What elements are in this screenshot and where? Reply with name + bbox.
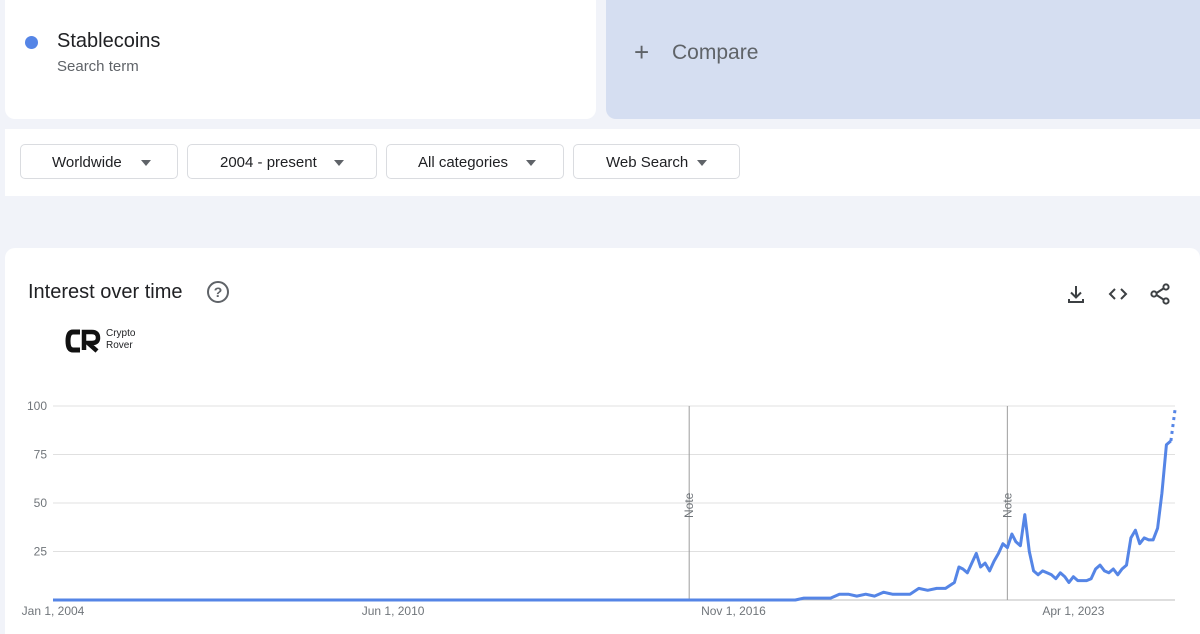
- compare-button[interactable]: + Compare: [606, 0, 1200, 119]
- location-filter-label: Worldwide: [52, 154, 122, 171]
- dropdown-arrow-icon: [526, 160, 536, 166]
- y-tick-label: 25: [34, 545, 48, 559]
- x-tick-label: Jan 1, 2004: [22, 604, 85, 618]
- y-tick-label: 50: [34, 496, 48, 510]
- y-tick-label: 100: [27, 399, 47, 413]
- time-range-filter[interactable]: 2004 - present: [187, 144, 377, 179]
- x-tick-label: Apr 1, 2023: [1042, 604, 1104, 618]
- series-line: [53, 439, 1172, 602]
- compare-label: Compare: [672, 41, 759, 64]
- search-term-subtitle: Search term: [57, 58, 139, 75]
- series-color-dot: [25, 36, 38, 49]
- search-type-filter-label: Web Search: [606, 154, 689, 171]
- series-partial-line: [1169, 409, 1177, 442]
- y-tick-label: 75: [34, 448, 48, 462]
- note-label: Note: [682, 492, 696, 518]
- filter-bar: Worldwide 2004 - present All categories …: [5, 129, 1200, 196]
- search-term-card[interactable]: Stablecoins Search term: [5, 0, 596, 119]
- dropdown-arrow-icon: [141, 160, 151, 166]
- search-term-name: Stablecoins: [57, 30, 161, 52]
- dropdown-arrow-icon: [697, 160, 707, 166]
- interest-over-time-card: Interest over time ? Crypto Rover 25 50 75…: [5, 248, 1200, 634]
- dropdown-arrow-icon: [334, 160, 344, 166]
- time-range-filter-label: 2004 - present: [220, 154, 317, 171]
- note-label: Note: [1000, 492, 1014, 518]
- interest-line-chart: 25 50 75 100 Jan 1, 2004 Jun 1, 2010 Nov 1, 20…: [22, 399, 1177, 618]
- category-filter[interactable]: All categories: [386, 144, 564, 179]
- plus-icon: +: [634, 37, 650, 67]
- x-tick-label: Jun 1, 2010: [362, 604, 425, 618]
- location-filter[interactable]: Worldwide: [20, 144, 178, 179]
- search-type-filter[interactable]: Web Search: [573, 144, 740, 179]
- x-tick-label: Nov 1, 2016: [701, 604, 766, 618]
- category-filter-label: All categories: [418, 154, 509, 171]
